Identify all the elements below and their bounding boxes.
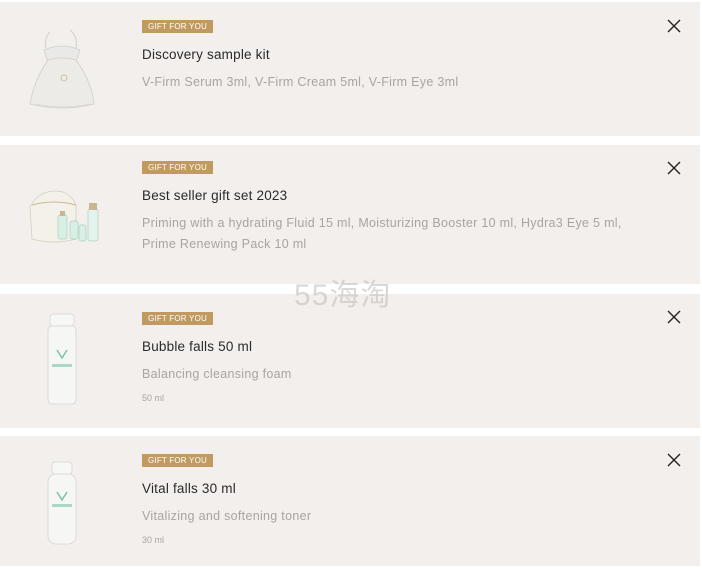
gift-set-icon <box>14 165 110 265</box>
gift-item-card: GIFT FOR YOU Vital falls 30 ml Vitalizin… <box>0 436 700 566</box>
gift-item-info: GIFT FOR YOU Best seller gift set 2023 P… <box>142 157 650 255</box>
close-icon[interactable] <box>666 18 682 34</box>
gift-item-card: GIFT FOR YOU Bubble falls 50 ml Balancin… <box>0 294 700 428</box>
gift-item-card: GIFT FOR YOU Discovery sample kit V-Firm… <box>0 2 700 136</box>
gift-badge: GIFT FOR YOU <box>142 20 213 33</box>
toner-bottle-icon <box>14 456 110 556</box>
gift-badge: GIFT FOR YOU <box>142 161 213 174</box>
gift-size: 30 ml <box>142 535 165 545</box>
gift-title: Best seller gift set 2023 <box>142 188 288 203</box>
gift-badge: GIFT FOR YOU <box>142 454 213 467</box>
close-icon[interactable] <box>666 160 682 176</box>
gift-description: Balancing cleansing foam <box>142 367 292 381</box>
foam-bottle-icon <box>14 310 110 410</box>
close-icon[interactable] <box>666 452 682 468</box>
gift-size: 50 ml <box>142 393 165 403</box>
gift-item-info: GIFT FOR YOU Vital falls 30 ml Vitalizin… <box>142 450 650 545</box>
gift-title: Discovery sample kit <box>142 47 270 62</box>
gift-item-info: GIFT FOR YOU Discovery sample kit V-Firm… <box>142 16 650 93</box>
pouch-icon <box>14 20 110 120</box>
gift-title: Vital falls 30 ml <box>142 481 236 496</box>
gift-badge: GIFT FOR YOU <box>142 312 213 325</box>
gift-item-info: GIFT FOR YOU Bubble falls 50 ml Balancin… <box>142 308 650 403</box>
gift-description: Priming with a hydrating Fluid 15 ml, Mo… <box>142 216 622 251</box>
gift-description: Vitalizing and softening toner <box>142 509 312 523</box>
close-icon[interactable] <box>666 309 682 325</box>
gift-description: V-Firm Serum 3ml, V-Firm Cream 5ml, V-Fi… <box>142 75 459 89</box>
gift-item-card: GIFT FOR YOU Best seller gift set 2023 P… <box>0 145 700 284</box>
gift-title: Bubble falls 50 ml <box>142 339 253 354</box>
